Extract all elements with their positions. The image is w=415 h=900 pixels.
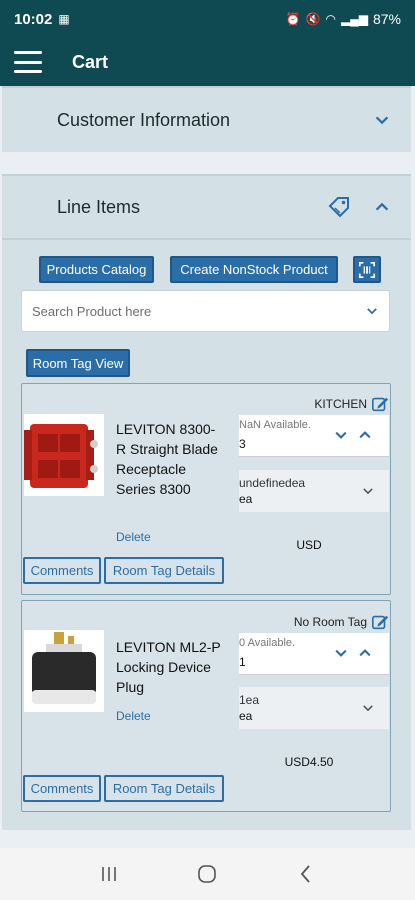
chevron-down-icon[interactable] xyxy=(333,645,349,661)
status-bar: 10:02 ▦ ⏰ 🔇 ◠ ▂▄▆ 87% xyxy=(0,0,415,38)
product-image[interactable] xyxy=(24,630,104,712)
mute-icon: 🔇 xyxy=(305,12,321,26)
quantity-field[interactable]: NaN Available. 3 xyxy=(239,415,389,457)
menu-icon[interactable] xyxy=(14,51,42,73)
uom-line1: 1ea xyxy=(239,693,260,707)
home-icon[interactable] xyxy=(196,863,218,885)
back-icon[interactable] xyxy=(295,863,317,885)
comments-button[interactable]: Comments xyxy=(23,557,101,584)
chevron-up-icon[interactable] xyxy=(357,645,373,661)
products-catalog-button[interactable]: Products Catalog xyxy=(39,256,154,283)
edit-icon[interactable] xyxy=(371,395,389,413)
recent-apps-icon[interactable] xyxy=(98,863,120,885)
available-text: 0 Available. xyxy=(239,637,296,649)
chevron-up-icon[interactable] xyxy=(373,198,391,216)
room-tag-view-button[interactable]: Room Tag View xyxy=(26,349,130,377)
room-tag-row: KITCHEN xyxy=(314,395,389,413)
create-nonstock-product-button[interactable]: Create NonStock Product xyxy=(170,256,338,283)
app-notification-icon: ▦ xyxy=(58,12,70,26)
status-time: 10:02 xyxy=(14,10,53,28)
search-placeholder: Search Product here xyxy=(32,303,152,319)
system-nav-bar xyxy=(0,848,415,900)
edit-icon[interactable] xyxy=(371,613,389,631)
delete-link[interactable]: Delete xyxy=(116,530,151,544)
chevron-down-icon xyxy=(363,488,373,495)
chevron-down-icon[interactable] xyxy=(333,427,349,443)
plug-image xyxy=(32,632,96,704)
wifi-icon: ◠ xyxy=(325,12,336,26)
uom-line2: ea xyxy=(239,492,253,506)
line-price: USD4.50 xyxy=(284,755,334,769)
chevron-down-icon[interactable] xyxy=(365,304,379,318)
line-price: USD xyxy=(296,538,322,552)
quantity-value: 3 xyxy=(239,437,246,451)
app-bar: Cart xyxy=(0,38,415,86)
barcode-scan-icon xyxy=(358,261,376,278)
uom-select[interactable]: 1ea ea xyxy=(239,687,389,729)
product-name: LEVITON 8300-R Straight Blade Receptacle… xyxy=(116,421,218,497)
barcode-scan-button[interactable] xyxy=(353,256,381,283)
room-tag-label: KITCHEN xyxy=(314,397,367,411)
chevron-down-icon[interactable] xyxy=(373,111,391,129)
receptacle-image xyxy=(24,424,98,488)
tag-icon[interactable] xyxy=(327,195,351,219)
chevron-down-icon xyxy=(363,705,373,712)
room-tag-row: No Room Tag xyxy=(294,613,389,631)
customer-information-section[interactable]: Customer Information xyxy=(2,86,411,152)
room-tag-label: No Room Tag xyxy=(293,615,367,629)
uom-line1: undefinedea xyxy=(239,476,306,490)
delete-link[interactable]: Delete xyxy=(116,709,151,723)
battery-percent: 87% xyxy=(372,11,401,27)
chevron-up-icon[interactable] xyxy=(357,427,373,443)
signal-icon: ▂▄▆ xyxy=(341,12,368,26)
uom-select[interactable]: undefinedea ea xyxy=(239,470,389,512)
available-text: NaN Available. xyxy=(239,419,311,431)
quantity-field[interactable]: 0 Available. 1 xyxy=(239,633,389,675)
room-tag-details-button[interactable]: Room Tag Details xyxy=(104,775,224,802)
line-items-title: Line Items xyxy=(57,196,141,217)
quantity-value: 1 xyxy=(239,655,246,669)
uom-line2: ea xyxy=(239,709,253,723)
page-title: Cart xyxy=(72,51,109,72)
room-tag-details-button[interactable]: Room Tag Details xyxy=(104,557,224,584)
product-name: LEVITON ML2-P Locking Device Plug xyxy=(116,639,221,695)
comments-button[interactable]: Comments xyxy=(23,775,101,802)
product-image[interactable] xyxy=(24,414,104,496)
search-product-input[interactable]: Search Product here xyxy=(21,290,390,332)
customer-information-title: Customer Information xyxy=(57,109,231,130)
alarm-icon: ⏰ xyxy=(285,12,301,26)
